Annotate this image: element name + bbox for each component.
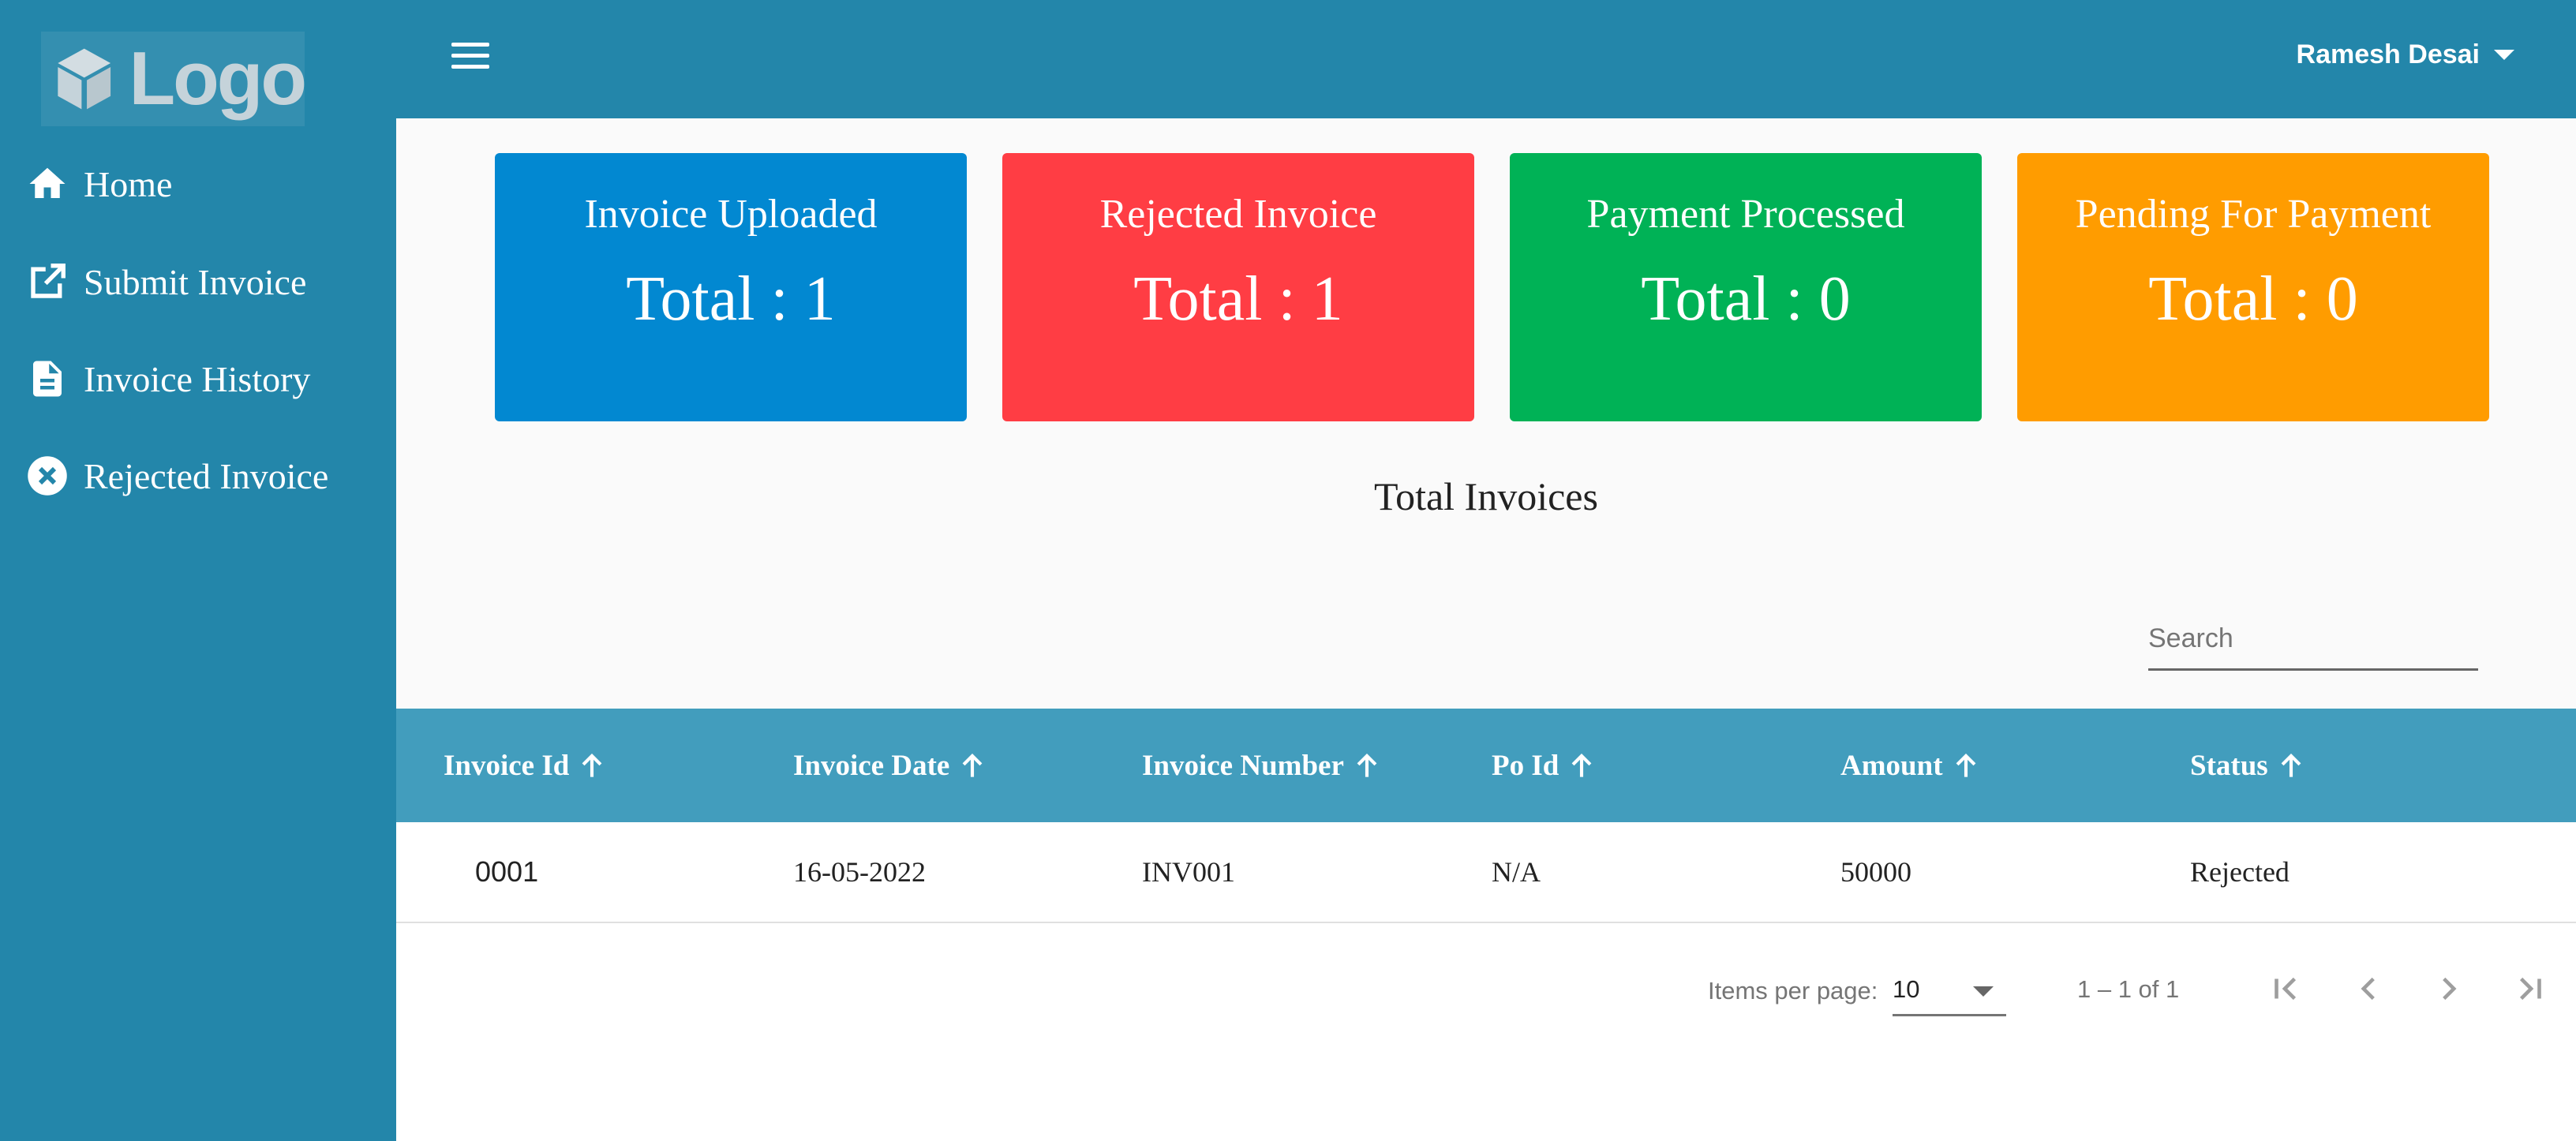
page-size-value: 10 (1893, 975, 1920, 1003)
sidebar-item-invoice-history[interactable]: Invoice History (24, 347, 310, 410)
sidebar: Logo Home Submit Invoice Invoice History… (0, 0, 396, 1141)
cell-status: Rejected (2190, 856, 2290, 888)
card-total: Total : 1 (1133, 264, 1343, 334)
sort-arrow-up-icon (582, 753, 602, 777)
last-page-icon (2519, 977, 2541, 1001)
table-header: Invoice Id Invoice Date Invoice Number P… (396, 709, 2576, 822)
document-icon (24, 355, 71, 402)
next-page-button[interactable] (2423, 963, 2475, 1015)
top-bar: Ramesh Desai (396, 0, 2576, 118)
column-header-po-id[interactable]: Po Id (1492, 709, 1593, 822)
sidebar-item-label: Submit Invoice (84, 261, 307, 302)
cell-po-id: N/A (1492, 856, 1541, 888)
column-header-invoice-number[interactable]: Invoice Number (1142, 709, 1379, 822)
cell-invoice-number: INV001 (1142, 856, 1235, 888)
previous-page-button[interactable] (2342, 963, 2394, 1015)
column-header-status[interactable]: Status (2190, 709, 2303, 822)
column-header-label: Invoice Id (444, 749, 570, 782)
sort-arrow-up-icon (1956, 753, 1975, 777)
sort-arrow-up-icon (1571, 753, 1592, 777)
sidebar-item-home[interactable]: Home (24, 152, 172, 215)
cell-amount: 50000 (1840, 856, 1911, 888)
items-per-page-label: Items per page: (1708, 977, 1878, 1004)
home-icon (24, 160, 71, 208)
sort-arrow-up-icon (962, 753, 983, 777)
column-header-label: Amount (1840, 749, 1943, 782)
card-title: Payment Processed (1586, 192, 1905, 237)
card-pending-for-payment[interactable]: Pending For Payment Total : 0 (2017, 153, 2489, 421)
chevron-right-icon (2443, 977, 2457, 1001)
column-header-amount[interactable]: Amount (1840, 709, 1978, 822)
column-header-label: Status (2190, 749, 2268, 782)
dropdown-arrow-icon (1973, 986, 1994, 997)
caret-down-icon (2494, 49, 2514, 60)
card-title: Invoice Uploaded (584, 192, 878, 237)
cube-icon (58, 48, 111, 110)
sidebar-item-submit-invoice[interactable]: Submit Invoice (24, 250, 306, 313)
sidebar-item-rejected-invoice[interactable]: Rejected Invoice (24, 444, 328, 507)
cell-invoice-date: 16-05-2022 (793, 856, 926, 888)
menu-icon[interactable] (447, 38, 494, 76)
page-size-select[interactable]: 10 (1893, 964, 2006, 1016)
user-name: Ramesh Desai (2296, 39, 2480, 69)
column-header-label: Invoice Number (1142, 749, 1344, 782)
open-in-new-icon (24, 258, 71, 305)
column-header-invoice-id[interactable]: Invoice Id (444, 709, 604, 822)
cancel-circle-icon (24, 452, 71, 499)
column-header-label: Invoice Date (793, 749, 950, 782)
user-menu[interactable]: Ramesh Desai (2297, 35, 2514, 74)
invoice-table: Invoice Id Invoice Date Invoice Number P… (396, 709, 2576, 923)
paginator: Items per page: 10 1 – 1 of 1 (396, 923, 2576, 1141)
sidebar-item-label: Invoice History (84, 358, 311, 399)
sort-arrow-up-icon (1357, 753, 1377, 777)
first-page-icon (2275, 977, 2297, 1001)
column-header-invoice-date[interactable]: Invoice Date (793, 709, 984, 822)
card-title: Rejected Invoice (1099, 192, 1377, 237)
card-payment-processed[interactable]: Payment Processed Total : 0 (1510, 153, 1982, 421)
card-invoice-uploaded[interactable]: Invoice Uploaded Total : 1 (495, 153, 967, 421)
card-total: Total : 0 (2148, 264, 2358, 334)
last-page-button[interactable] (2503, 963, 2555, 1015)
logo[interactable]: Logo (41, 32, 307, 126)
cell-invoice-id: 0001 (475, 855, 539, 888)
card-total: Total : 1 (626, 264, 836, 334)
chevron-left-icon (2361, 977, 2375, 1001)
search-input[interactable] (2148, 615, 2478, 671)
sidebar-item-label: Home (84, 163, 173, 204)
table-row[interactable]: 0001 16-05-2022 INV001 N/A 50000 Rejecte… (396, 822, 2576, 923)
card-rejected-invoice[interactable]: Rejected Invoice Total : 1 (1002, 153, 1474, 421)
sidebar-item-label: Rejected Invoice (84, 455, 329, 496)
section-title: Total Invoices (1374, 474, 1598, 518)
logo-text: Logo (129, 36, 307, 121)
first-page-button[interactable] (2260, 963, 2312, 1015)
sort-arrow-up-icon (2281, 753, 2301, 777)
page-range-label: 1 – 1 of 1 (2077, 975, 2180, 1003)
card-total: Total : 0 (1641, 264, 1851, 334)
card-title: Pending For Payment (2075, 192, 2432, 237)
column-header-label: Po Id (1492, 749, 1559, 782)
